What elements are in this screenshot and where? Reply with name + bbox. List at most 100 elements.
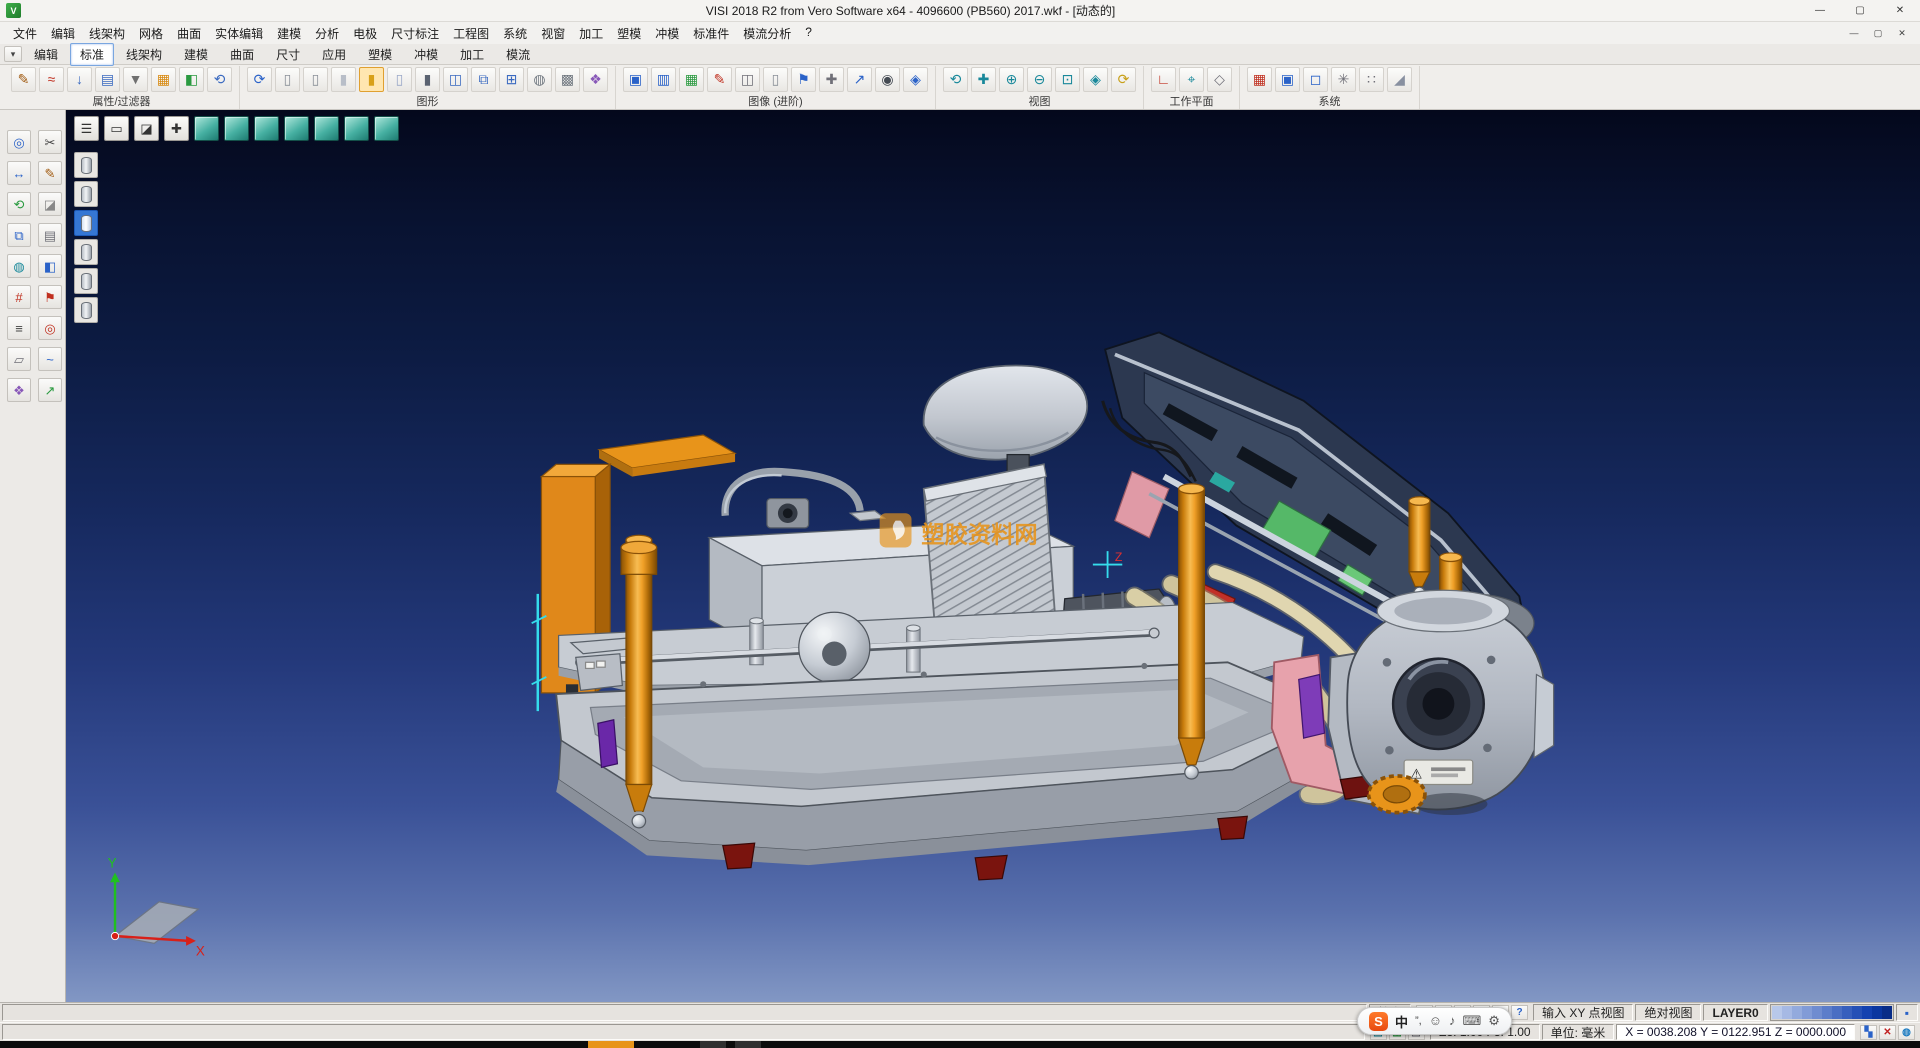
ribbon-tab[interactable]: 线架构 (116, 43, 172, 66)
menu-item[interactable]: 冲模 (648, 23, 686, 44)
ime-keyboard-icon[interactable]: ⌨ (1463, 1013, 1482, 1029)
image-annotate-icon[interactable]: ✎ (707, 67, 732, 92)
input-view-mode-field[interactable]: 输入 XY 点视图 (1533, 1004, 1633, 1021)
scissors-icon[interactable]: ✂ (38, 130, 62, 154)
ribbon-tab[interactable]: 尺寸 (266, 43, 310, 66)
menu-item[interactable]: 系统 (496, 23, 534, 44)
layer-swatch[interactable] (1822, 1006, 1832, 1019)
status-help-icon[interactable]: ? (1511, 1005, 1528, 1020)
dynamic-section-icon[interactable]: ◫ (443, 67, 468, 92)
mdi-close-button[interactable]: ✕ (1890, 25, 1914, 41)
image-flag-icon[interactable]: ⚑ (791, 67, 816, 92)
ribbon-tab[interactable]: 建模 (174, 43, 218, 66)
viewport-shade-icon[interactable]: ◪ (134, 116, 159, 141)
image-export-icon[interactable]: ↗ (847, 67, 872, 92)
filter-color-icon[interactable]: ◧ (179, 67, 204, 92)
layers-icon[interactable]: ≡ (7, 316, 31, 340)
mdi-minimize-button[interactable]: — (1842, 25, 1866, 41)
layer-swatch[interactable] (1802, 1006, 1812, 1019)
taskbar-app[interactable] (700, 1041, 726, 1048)
layer-swatch[interactable] (1872, 1006, 1882, 1019)
view-cube-iso-icon[interactable] (374, 116, 399, 141)
image-cube-icon[interactable]: ◈ (903, 67, 928, 92)
shaded-edges-icon[interactable]: ▮ (359, 67, 384, 92)
view-cube-right-icon[interactable] (284, 116, 309, 141)
image-green-grid-icon[interactable]: ▦ (679, 67, 704, 92)
viewport-canvas[interactable]: ⚠ Z 塑胶资料网 (66, 110, 1920, 1002)
menu-item[interactable]: 曲面 (170, 23, 208, 44)
view-pan-icon[interactable]: ✚ (971, 67, 996, 92)
palette-icon[interactable]: ❖ (7, 378, 31, 402)
layer-swatch[interactable] (1852, 1006, 1862, 1019)
shaded-cylinder-icon[interactable]: ▮ (331, 67, 356, 92)
ribbon-tab[interactable]: 应用 (312, 43, 356, 66)
menu-item[interactable]: 尺寸标注 (384, 23, 446, 44)
sphere-icon[interactable]: ◍ (7, 254, 31, 278)
image-move-icon[interactable]: ✚ (819, 67, 844, 92)
wireframe-cylinder-icon[interactable]: ▯ (275, 67, 300, 92)
eraser-icon[interactable]: ◪ (38, 192, 62, 216)
ribbon-tab[interactable]: 曲面 (220, 43, 264, 66)
view-zoom-out-icon[interactable]: ⊖ (1027, 67, 1052, 92)
zoom-tool-icon[interactable]: ◎ (7, 130, 31, 154)
menu-item[interactable]: 线架构 (82, 23, 132, 44)
attr-layer-icon[interactable]: ▤ (95, 67, 120, 92)
filter-reset-icon[interactable]: ⟲ (207, 67, 232, 92)
filter-type-icon[interactable]: ▦ (151, 67, 176, 92)
export-icon[interactable]: ↗ (38, 378, 62, 402)
menu-item[interactable]: 电极 (346, 23, 384, 44)
cube-edit-icon[interactable]: ◧ (38, 254, 62, 278)
ime-punctuation-toggle[interactable]: ”, (1415, 1015, 1422, 1027)
menu-item[interactable]: 编辑 (44, 23, 82, 44)
solid-view-icon[interactable]: ▮ (415, 67, 440, 92)
effects-icon[interactable]: ❖ (583, 67, 608, 92)
attr-brush-icon[interactable]: ≈ (39, 67, 64, 92)
menu-item[interactable]: 工程图 (446, 23, 496, 44)
image-preview-icon[interactable]: ◉ (875, 67, 900, 92)
menu-item[interactable]: ? (798, 23, 819, 44)
layer-swatch[interactable] (1882, 1006, 1892, 1019)
texture-icon[interactable]: ▩ (555, 67, 580, 92)
workplane-3d-icon[interactable]: ◇ (1207, 67, 1232, 92)
view-cube-back-icon[interactable] (224, 116, 249, 141)
copy-icon[interactable]: ⧉ (7, 223, 31, 247)
menu-item[interactable]: 模流分析 (736, 23, 798, 44)
menu-item[interactable]: 建模 (270, 23, 308, 44)
ribbon-tab[interactable]: 标准 (70, 43, 114, 66)
filter-all-icon[interactable] (74, 297, 98, 323)
view-refresh-icon[interactable]: ⟳ (1111, 67, 1136, 92)
system-palette-icon[interactable]: ▦ (1247, 67, 1272, 92)
view-cube-front-icon[interactable] (194, 116, 219, 141)
system-shadow-icon[interactable]: ◢ (1387, 67, 1412, 92)
ime-settings-icon[interactable]: ⚙ (1488, 1013, 1500, 1029)
view-zoom-in-icon[interactable]: ⊕ (999, 67, 1024, 92)
transform-icon[interactable]: ↔ (7, 161, 31, 185)
ribbon-tab[interactable]: 冲模 (404, 43, 448, 66)
workplane-align-icon[interactable]: ⌖ (1179, 67, 1204, 92)
image-cylinder-icon[interactable]: ▯ (763, 67, 788, 92)
view-rotate-icon[interactable]: ⟲ (943, 67, 968, 92)
ime-emoji-icon[interactable]: ☺ (1429, 1013, 1442, 1029)
rotate-icon[interactable]: ⟲ (7, 192, 31, 216)
menu-item[interactable]: 塑模 (610, 23, 648, 44)
ime-voice-icon[interactable]: ♪ (1449, 1013, 1456, 1029)
redraw-icon[interactable]: ⟳ (247, 67, 272, 92)
ribbon-tab[interactable]: 编辑 (24, 43, 68, 66)
hidden-line-icon[interactable]: ▯ (303, 67, 328, 92)
ribbon-tab[interactable]: 加工 (450, 43, 494, 66)
viewport-window-icon[interactable]: ▭ (104, 116, 129, 141)
view-pattern-icon[interactable]: ▚ (1860, 1025, 1877, 1040)
minimize-button[interactable]: — (1800, 0, 1840, 21)
notebook-icon[interactable]: ▤ (38, 223, 62, 247)
workplane-origin-icon[interactable]: ∟ (1151, 67, 1176, 92)
view-iso-icon[interactable]: ◈ (1083, 67, 1108, 92)
view-fit-icon[interactable]: ⊡ (1055, 67, 1080, 92)
taskbar-app-active[interactable] (588, 1041, 634, 1048)
close-button[interactable]: ✕ (1880, 0, 1920, 21)
filter-body-icon[interactable] (74, 268, 98, 294)
filter-face-icon[interactable] (74, 210, 98, 236)
sogou-logo-icon[interactable]: S (1369, 1012, 1388, 1031)
menu-item[interactable]: 文件 (6, 23, 44, 44)
filter-edge-icon[interactable] (74, 181, 98, 207)
grid-view-icon[interactable]: ⊞ (499, 67, 524, 92)
